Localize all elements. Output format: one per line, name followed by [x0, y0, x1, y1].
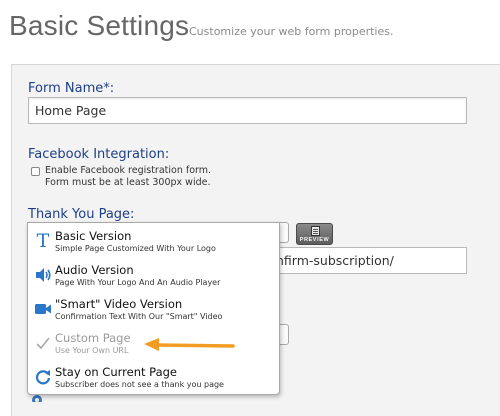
option-description: Use Your Own URL — [55, 346, 129, 355]
facebook-checkbox-label: Enable Facebook registration form. — [45, 165, 212, 176]
form-name-input[interactable]: Home Page — [28, 97, 467, 124]
thank-you-url-input[interactable]: nfirm-subscription/ — [275, 247, 467, 274]
document-icon — [311, 226, 320, 236]
option-description: Simple Page Customized With Your Logo — [55, 244, 216, 253]
option-title: "Smart" Video Version — [55, 297, 183, 311]
checkmark-icon — [34, 334, 52, 352]
header: Basic Settings Customize your web form p… — [0, 0, 500, 62]
option-title: Custom Page — [55, 331, 131, 345]
facebook-integration-label: Facebook Integration: — [28, 147, 170, 162]
form-name-label: Form Name*: — [28, 81, 115, 96]
option-title: Audio Version — [55, 263, 134, 277]
refresh-icon — [34, 368, 52, 386]
option-description: Confirmation Text With Our "Smart" Video — [55, 312, 223, 321]
preview-button[interactable]: PREVIEW — [296, 223, 333, 245]
thank-you-page-dropdown: T Basic Version Simple Page Customized W… — [27, 222, 280, 395]
dropdown-option-audio-version[interactable]: Audio Version Page With Your Logo And An… — [28, 258, 279, 292]
video-camera-icon — [34, 300, 52, 318]
facebook-checkbox[interactable] — [31, 167, 40, 176]
option-description: Subscriber does not see a thank you page — [55, 380, 224, 389]
annotation-arrow-icon — [144, 338, 235, 351]
text-t-icon: T — [36, 230, 50, 252]
dropdown-option-stay-on-current-page[interactable]: Stay on Current Page Subscriber does not… — [28, 360, 279, 394]
preview-button-label: PREVIEW — [299, 237, 330, 243]
thank-you-page-label: Thank You Page: — [28, 207, 135, 222]
dropdown-option-basic-version[interactable]: T Basic Version Simple Page Customized W… — [28, 224, 279, 258]
option-title: Basic Version — [55, 229, 132, 243]
option-title: Stay on Current Page — [55, 365, 177, 379]
page-subtitle: Customize your web form properties. — [189, 25, 394, 38]
facebook-note: Form must be at least 300px wide. — [45, 177, 211, 188]
speaker-icon — [34, 266, 52, 284]
page-title: Basic Settings — [9, 10, 190, 41]
option-description: Page With Your Logo And An Audio Player — [55, 278, 221, 287]
dropdown-option-smart-video-version[interactable]: "Smart" Video Version Confirmation Text … — [28, 292, 279, 326]
